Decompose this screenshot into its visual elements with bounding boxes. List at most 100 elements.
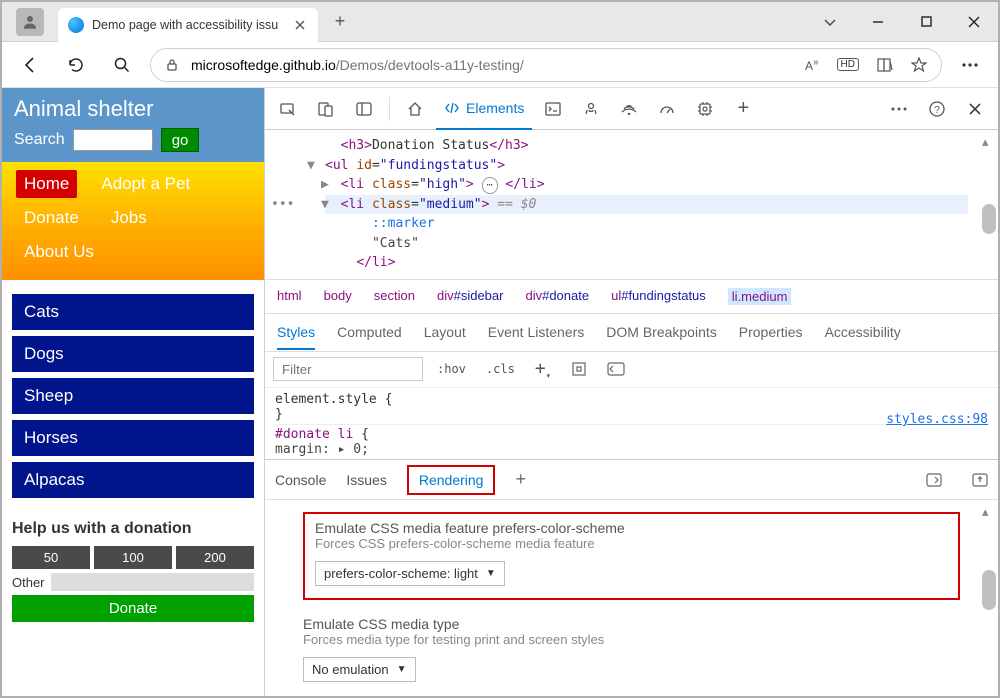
main-nav: Home Adopt a Pet Donate Jobs About Us	[2, 162, 264, 280]
prefers-color-scheme-select[interactable]: prefers-color-scheme: light▼	[315, 561, 505, 586]
drawer-more-tabs[interactable]: +	[515, 469, 526, 490]
more-tabs-button[interactable]: +	[726, 92, 760, 126]
edge-icon	[68, 17, 84, 33]
more-button[interactable]	[952, 47, 988, 83]
favorite-icon[interactable]	[911, 57, 927, 73]
amount-option[interactable]: 200	[176, 546, 254, 569]
address-bar[interactable]: microsoftedge.github.io/Demos/devtools-a…	[150, 48, 942, 82]
minimize-button[interactable]	[854, 2, 902, 42]
nav-donate[interactable]: Donate	[16, 204, 87, 232]
read-aloud-icon[interactable]: A»	[805, 57, 819, 73]
crumb-active[interactable]: li.medium	[728, 288, 792, 305]
search-icon	[113, 56, 131, 74]
drawer-tabs: Console Issues Rendering +	[265, 460, 998, 500]
inspect-icon[interactable]	[271, 92, 305, 126]
drawer: Console Issues Rendering + Emulate CSS m…	[265, 459, 998, 696]
console-icon[interactable]	[536, 92, 570, 126]
flexbox-icon[interactable]	[565, 359, 593, 379]
refresh-button[interactable]	[58, 47, 94, 83]
page-title: Animal shelter	[14, 96, 252, 122]
crumb[interactable]: section	[374, 288, 415, 305]
memory-icon[interactable]	[688, 92, 722, 126]
source-link[interactable]: styles.css:98	[886, 412, 988, 427]
close-icon	[295, 20, 305, 30]
rendering-panel: Emulate CSS media feature prefers-color-…	[265, 500, 998, 696]
styles-body[interactable]: element.style { } #donate li { margin: ▸…	[265, 388, 998, 459]
tab-console[interactable]: Console	[275, 472, 326, 488]
nav-adopt[interactable]: Adopt a Pet	[93, 170, 198, 198]
crumb[interactable]: div#donate	[525, 288, 589, 305]
nav-about[interactable]: About Us	[16, 238, 102, 266]
nav-home[interactable]: Home	[16, 170, 77, 198]
tab-issues[interactable]: Issues	[346, 472, 386, 488]
tab-rendering[interactable]: Rendering	[407, 465, 496, 495]
sources-icon[interactable]	[574, 92, 608, 126]
expand-drawer-icon[interactable]	[972, 473, 988, 487]
search-input[interactable]	[73, 129, 153, 151]
new-style-button[interactable]: +▾	[529, 356, 557, 384]
crumb[interactable]: div#sidebar	[437, 288, 504, 305]
person-icon	[21, 13, 39, 31]
reading-list-icon[interactable]	[877, 57, 893, 73]
tab-computed[interactable]: Computed	[337, 324, 402, 340]
chevron-down-icon[interactable]	[806, 2, 854, 42]
profile-button[interactable]	[16, 8, 44, 36]
tab-dom-breakpoints[interactable]: DOM Breakpoints	[606, 324, 716, 340]
browser-tab[interactable]: Demo page with accessibility issu	[58, 8, 318, 42]
network-icon[interactable]	[612, 92, 646, 126]
animal-list: Cats Dogs Sheep Horses Alpacas	[2, 280, 264, 512]
panel-icon[interactable]	[347, 92, 381, 126]
devtools-toolbar: Elements + ?	[265, 88, 998, 130]
devtools: Elements + ? <h3>Donation Status</h3> ▼<…	[264, 88, 998, 696]
welcome-icon[interactable]	[398, 92, 432, 126]
styles-filter-input[interactable]	[273, 357, 423, 381]
list-item[interactable]: Sheep	[12, 378, 254, 414]
browser-toolbar: microsoftedge.github.io/Demos/devtools-a…	[2, 42, 998, 88]
tab-properties[interactable]: Properties	[739, 324, 803, 340]
donate-button[interactable]: Donate	[12, 595, 254, 622]
media-type-select[interactable]: No emulation▼	[303, 657, 416, 682]
url-text: microsoftedge.github.io/Demos/devtools-a…	[191, 57, 793, 73]
other-amount-input[interactable]	[51, 573, 254, 591]
list-item[interactable]: Cats	[12, 294, 254, 330]
dock-icon[interactable]	[926, 473, 942, 487]
performance-icon[interactable]	[650, 92, 684, 126]
list-item[interactable]: Dogs	[12, 336, 254, 372]
crumb[interactable]: body	[324, 288, 352, 305]
drawer-scrollbar[interactable]: ▴	[982, 504, 996, 610]
close-tab-button[interactable]	[292, 17, 308, 33]
hd-icon[interactable]: HD	[837, 58, 859, 71]
search-button[interactable]	[104, 47, 140, 83]
devtools-more-icon[interactable]	[882, 92, 916, 126]
tab-event-listeners[interactable]: Event Listeners	[488, 324, 585, 340]
amount-option[interactable]: 100	[94, 546, 172, 569]
dom-scrollbar[interactable]: ▴	[982, 134, 996, 275]
prefers-color-scheme-section: Emulate CSS media feature prefers-color-…	[303, 512, 960, 600]
list-item[interactable]: Alpacas	[12, 462, 254, 498]
computed-toggle-icon[interactable]	[601, 360, 631, 378]
tab-accessibility[interactable]: Accessibility	[825, 324, 901, 340]
code-icon	[444, 100, 460, 116]
dom-breadcrumb: html body section div#sidebar div#donate…	[265, 279, 998, 314]
close-window-button[interactable]	[950, 2, 998, 42]
back-button[interactable]	[12, 47, 48, 83]
hov-button[interactable]: :hov	[431, 360, 472, 378]
styles-toolbar: :hov .cls +▾	[265, 352, 998, 389]
titlebar: Demo page with accessibility issu +	[2, 2, 998, 42]
go-button[interactable]: go	[161, 128, 200, 152]
help-icon[interactable]: ?	[920, 92, 954, 126]
crumb[interactable]: html	[277, 288, 302, 305]
cls-button[interactable]: .cls	[480, 360, 521, 378]
maximize-button[interactable]	[902, 2, 950, 42]
elements-tab[interactable]: Elements	[436, 88, 532, 130]
new-tab-button[interactable]: +	[324, 6, 356, 38]
tab-layout[interactable]: Layout	[424, 324, 466, 340]
amount-option[interactable]: 50	[12, 546, 90, 569]
crumb[interactable]: ul#fundingstatus	[611, 288, 706, 305]
dom-tree[interactable]: <h3>Donation Status</h3> ▼<ul id="fundin…	[265, 130, 998, 279]
close-devtools-button[interactable]	[958, 92, 992, 126]
device-toggle-icon[interactable]	[309, 92, 343, 126]
list-item[interactable]: Horses	[12, 420, 254, 456]
nav-jobs[interactable]: Jobs	[103, 204, 155, 232]
tab-styles[interactable]: Styles	[277, 324, 315, 350]
